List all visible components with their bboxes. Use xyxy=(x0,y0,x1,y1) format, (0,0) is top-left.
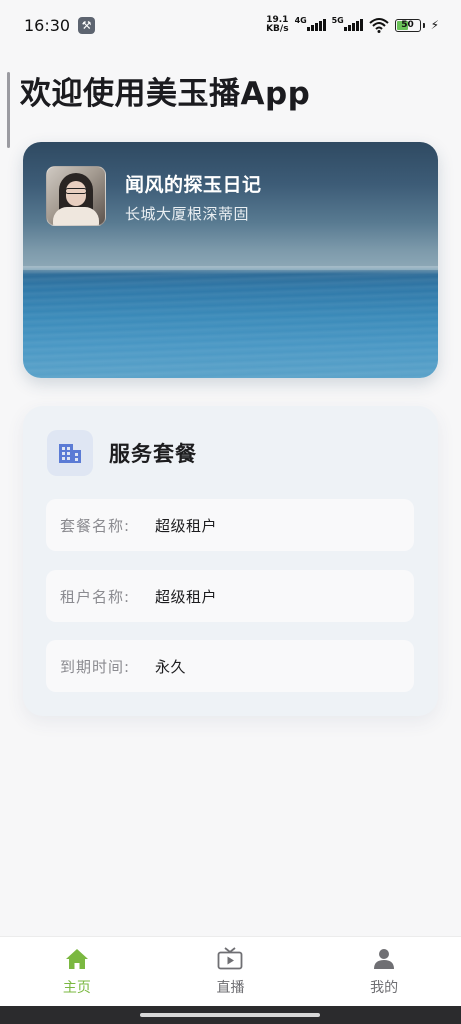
info-row-package-name: 套餐名称: 超级租户 xyxy=(46,499,414,551)
battery-icon: 50 xyxy=(394,18,425,32)
service-title: 服务套餐 xyxy=(109,442,197,466)
signal-sim2-icon: 5G xyxy=(331,16,363,31)
sim1-label: 4G xyxy=(294,16,307,25)
status-time: 16:30 xyxy=(24,15,71,35)
charging-icon: ⚡ xyxy=(430,18,439,32)
bottom-nav: 主页 直播 我的 xyxy=(0,936,461,1006)
info-label: 租户名称: xyxy=(60,587,131,606)
status-left: 16:30 ⚒ xyxy=(24,15,96,35)
info-row-expiry: 到期时间: 永久 xyxy=(46,640,414,692)
avatar[interactable] xyxy=(46,166,106,226)
status-right: 19.1 KB/s 4G 5G 50 ⚡ xyxy=(266,16,439,34)
info-value: 超级租户 xyxy=(155,587,218,606)
nav-profile[interactable]: 我的 xyxy=(308,946,461,997)
service-icon-badge xyxy=(47,430,93,476)
nav-home[interactable]: 主页 xyxy=(0,946,153,997)
info-value: 永久 xyxy=(155,657,187,676)
wrench-icon: ⚒ xyxy=(78,16,96,34)
home-icon xyxy=(64,946,90,972)
nav-live-label: 直播 xyxy=(216,980,245,996)
info-label: 套餐名称: xyxy=(60,516,131,535)
person-icon xyxy=(371,946,397,972)
signal-sim1-icon: 4G xyxy=(294,16,326,31)
gesture-area xyxy=(0,1006,461,1024)
nav-home-label: 主页 xyxy=(62,980,91,996)
network-speed-unit: KB/s xyxy=(266,24,289,34)
sim2-label: 5G xyxy=(331,16,344,25)
building-icon xyxy=(59,444,81,463)
scroll-indicator[interactable] xyxy=(7,72,10,148)
tv-icon xyxy=(217,946,243,972)
wifi-icon xyxy=(368,18,389,33)
status-bar: 16:30 ⚒ 19.1 KB/s 4G 5G 50 ⚡ xyxy=(0,0,461,50)
info-label: 到期时间: xyxy=(60,657,131,676)
profile-card[interactable]: 闻风的探玉日记 长城大厦根深蒂固 xyxy=(23,142,438,378)
info-value: 超级租户 xyxy=(155,516,218,535)
service-package-card: 服务套餐 套餐名称: 超级租户 租户名称: 超级租户 到期时间: 永久 xyxy=(23,406,438,716)
page-title: 欢迎使用美玉播App xyxy=(20,76,311,112)
profile-motto: 长城大厦根深蒂固 xyxy=(125,205,250,223)
sea-texture xyxy=(23,270,438,378)
nav-profile-label: 我的 xyxy=(370,980,399,996)
info-row-tenant-name: 租户名称: 超级租户 xyxy=(46,570,414,622)
profile-name: 闻风的探玉日记 xyxy=(125,174,262,196)
network-speed: 19.1 KB/s xyxy=(266,16,288,34)
battery-level: 50 xyxy=(401,20,414,30)
nav-live[interactable]: 直播 xyxy=(154,946,307,997)
home-indicator[interactable] xyxy=(140,1013,320,1017)
